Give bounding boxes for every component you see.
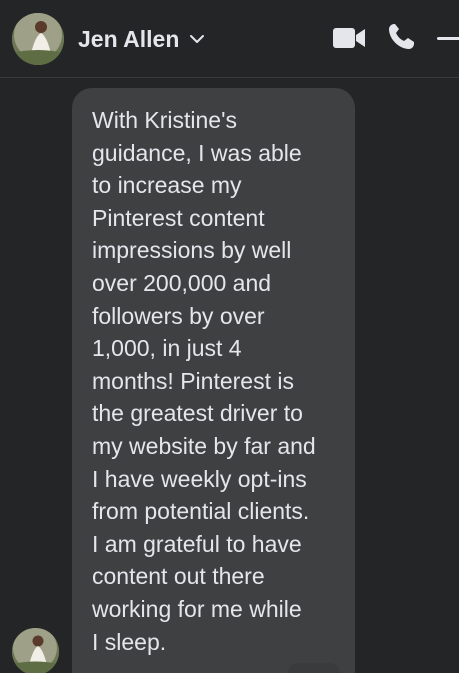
contact-name[interactable]: Jen Allen — [78, 25, 179, 53]
avatar-photo — [12, 13, 64, 65]
message-text: With Kristine's guidance, I was able to … — [92, 107, 316, 655]
video-call-icon[interactable] — [332, 26, 366, 50]
chevron-down-icon[interactable] — [187, 29, 207, 49]
contact-avatar[interactable] — [12, 13, 64, 65]
sender-avatar[interactable] — [12, 628, 59, 673]
chat-window: Jen Allen With Kristine's guidance, I wa… — [0, 0, 459, 673]
minimize-icon[interactable] — [437, 37, 459, 41]
chat-header: Jen Allen — [0, 0, 459, 78]
avatar-photo — [12, 628, 59, 673]
phone-call-icon[interactable] — [386, 22, 416, 52]
message-reaction-chip[interactable] — [288, 663, 340, 673]
message-bubble: With Kristine's guidance, I was able to … — [72, 88, 355, 673]
